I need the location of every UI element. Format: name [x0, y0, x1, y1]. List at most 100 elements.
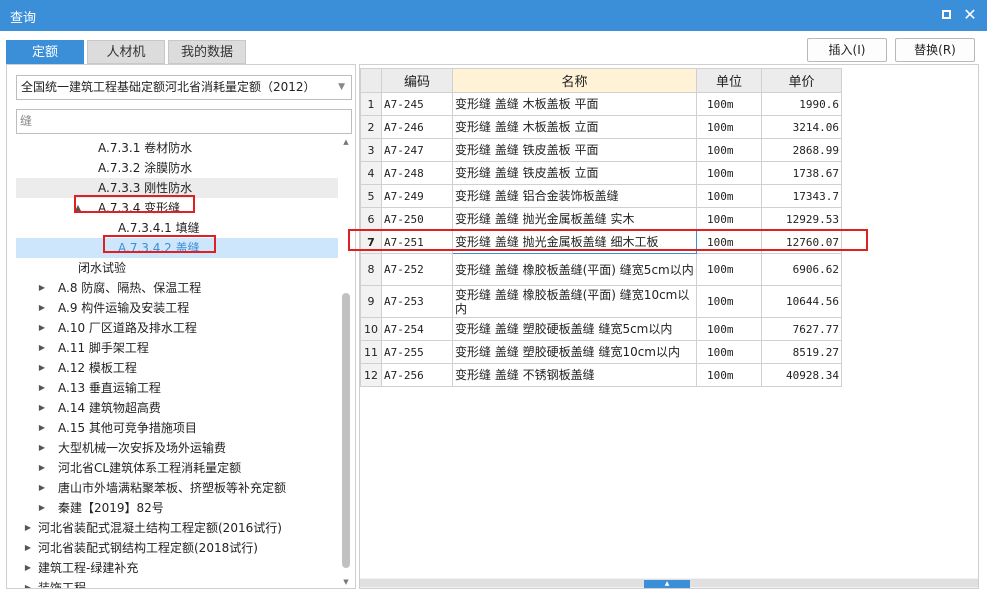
- tree-node[interactable]: A.7.3.2 涂膜防水: [16, 158, 338, 178]
- row-index: 1: [360, 92, 382, 116]
- tree-node-label: A.8 防腐、隔热、保温工程: [58, 281, 202, 295]
- tree-scrollbar[interactable]: ▲ ▼: [340, 138, 352, 588]
- cell-unit: 100m: [696, 115, 762, 139]
- tree-node[interactable]: ▶ 建筑工程-绿建补充: [16, 558, 338, 578]
- tree-node[interactable]: ▶ 河北省装配式钢结构工程定额(2018试行): [16, 538, 338, 558]
- cell-unit: 100m: [696, 207, 762, 231]
- table-row[interactable]: 6 A7-250 变形缝 盖缝 抛光金属板盖缝 实木 100m 12929.53: [360, 207, 842, 231]
- table-row[interactable]: 12 A7-256 变形缝 盖缝 不锈钢板盖缝 100m 40928.34: [360, 363, 842, 387]
- tree-scrollbar-thumb[interactable]: [342, 293, 350, 568]
- column-header-unit[interactable]: 单位: [696, 68, 762, 93]
- chevron-down-icon: ▼: [338, 82, 345, 92]
- library-select[interactable]: 全国统一建筑工程基础定额河北省消耗量定额（2012） ▼: [16, 75, 352, 100]
- cell-name: 变形缝 盖缝 木板盖板 立面: [452, 115, 697, 139]
- column-header-price[interactable]: 单价: [761, 68, 842, 93]
- close-button[interactable]: ✕: [961, 6, 979, 24]
- tree-node[interactable]: ▶ A.15 其他可竞争措施项目: [16, 418, 338, 438]
- cell-price: 40928.34: [761, 363, 842, 387]
- collapsed-arrow-icon[interactable]: ▶: [36, 358, 48, 378]
- search-input[interactable]: 缝: [16, 109, 352, 134]
- tree-node[interactable]: 闭水试验: [16, 258, 338, 278]
- tree-node[interactable]: A.7.3.4.2 盖缝: [16, 238, 338, 258]
- collapsed-arrow-icon[interactable]: ▶: [36, 398, 48, 418]
- collapsed-arrow-icon[interactable]: ▶: [22, 578, 34, 588]
- table-row[interactable]: 10 A7-254 变形缝 盖缝 塑胶硬板盖缝 缝宽5cm以内 100m 7627.77: [360, 317, 842, 341]
- collapsed-arrow-icon[interactable]: ▶: [22, 558, 34, 578]
- tree-node-label: 河北省装配式混凝土结构工程定额(2016试行): [38, 521, 282, 535]
- scroll-down-icon[interactable]: ▼: [340, 578, 352, 586]
- quota-table: 编码 名称 单位 单价 1 A7-245 变形缝 盖缝 木板盖板 平面 100m 199…: [360, 68, 842, 387]
- tree-node[interactable]: ▶ 装饰工程: [16, 578, 338, 589]
- tab-quota[interactable]: 定额: [6, 40, 84, 64]
- tree-node-label: A.7.3.3 刚性防水: [98, 181, 193, 195]
- collapsed-arrow-icon[interactable]: ▶: [36, 338, 48, 358]
- scroll-up-icon[interactable]: ▲: [340, 138, 352, 146]
- tree-node[interactable]: ▶ A.13 垂直运输工程: [16, 378, 338, 398]
- row-index: 4: [360, 161, 382, 185]
- table-row[interactable]: 1 A7-245 变形缝 盖缝 木板盖板 平面 100m 1990.6: [360, 92, 842, 116]
- tree-node[interactable]: ▶ 河北省装配式混凝土结构工程定额(2016试行): [16, 518, 338, 538]
- cell-code: A7-255: [381, 340, 453, 364]
- table-row[interactable]: 3 A7-247 变形缝 盖缝 铁皮盖板 平面 100m 2868.99: [360, 138, 842, 162]
- cell-price: 7627.77: [761, 317, 842, 341]
- collapsed-arrow-icon[interactable]: ▶: [36, 498, 48, 518]
- tree-node[interactable]: ▶ 秦建【2019】82号: [16, 498, 338, 518]
- tree-node-label: 装饰工程: [38, 581, 87, 589]
- collapsed-arrow-icon[interactable]: ▶: [36, 298, 48, 318]
- cell-code: A7-254: [381, 317, 453, 341]
- table-row[interactable]: 5 A7-249 变形缝 盖缝 铝合金装饰板盖缝 100m 17343.7: [360, 184, 842, 208]
- tree-node[interactable]: ▶ 唐山市外墙满粘聚苯板、挤塑板等补充定额: [16, 478, 338, 498]
- table-row[interactable]: 2 A7-246 变形缝 盖缝 木板盖板 立面 100m 3214.06: [360, 115, 842, 139]
- table-row[interactable]: 7 A7-251 变形缝 盖缝 抛光金属板盖缝 细木工板 100m 12760.07: [360, 230, 842, 254]
- collapsed-arrow-icon[interactable]: ▶: [36, 418, 48, 438]
- cell-price: 17343.7: [761, 184, 842, 208]
- cell-name: 变形缝 盖缝 抛光金属板盖缝 实木: [452, 207, 697, 231]
- tree-node[interactable]: ▶ A.11 脚手架工程: [16, 338, 338, 358]
- collapsed-arrow-icon[interactable]: ▶: [36, 458, 48, 478]
- splitter-handle[interactable]: ▲: [644, 580, 690, 588]
- cell-unit: 100m: [696, 161, 762, 185]
- table-row[interactable]: 8 A7-252 变形缝 盖缝 橡胶板盖缝(平面) 缝宽5cm以内 100m 6906.…: [360, 253, 842, 286]
- collapsed-arrow-icon[interactable]: ▶: [36, 378, 48, 398]
- replace-button[interactable]: 替换(R): [895, 38, 975, 62]
- collapsed-arrow-icon[interactable]: ▶: [22, 538, 34, 558]
- row-index: 6: [360, 207, 382, 231]
- cell-unit: 100m: [696, 363, 762, 387]
- insert-button[interactable]: 插入(I): [807, 38, 887, 62]
- cell-code: A7-253: [381, 285, 453, 318]
- tree-node[interactable]: ▲ A.7.3.4 变形缝: [16, 198, 338, 218]
- tab-labor-material-machine[interactable]: 人材机: [87, 40, 165, 64]
- collapsed-arrow-icon[interactable]: ▶: [36, 478, 48, 498]
- tree-node[interactable]: ▶ A.10 厂区道路及排水工程: [16, 318, 338, 338]
- tree-node[interactable]: A.7.3.4.1 填缝: [16, 218, 338, 238]
- tree-node-label: A.7.3.1 卷材防水: [98, 141, 193, 155]
- column-header-code[interactable]: 编码: [381, 68, 453, 93]
- table-row[interactable]: 11 A7-255 变形缝 盖缝 塑胶硬板盖缝 缝宽10cm以内 100m 8519.2…: [360, 340, 842, 364]
- collapsed-arrow-icon[interactable]: ▶: [22, 518, 34, 538]
- tree-node[interactable]: ▶ 大型机械一次安拆及场外运输费: [16, 438, 338, 458]
- cell-name: 变形缝 盖缝 橡胶板盖缝(平面) 缝宽10cm以内: [452, 285, 697, 318]
- cell-price: 3214.06: [761, 115, 842, 139]
- expanded-arrow-icon[interactable]: ▲: [72, 198, 84, 218]
- restore-button[interactable]: [937, 6, 955, 24]
- cell-name: 变形缝 盖缝 塑胶硬板盖缝 缝宽10cm以内: [452, 340, 697, 364]
- collapsed-arrow-icon[interactable]: ▶: [36, 438, 48, 458]
- table-row[interactable]: 9 A7-253 变形缝 盖缝 橡胶板盖缝(平面) 缝宽10cm以内 100m 1064…: [360, 285, 842, 318]
- quota-tree: A.7.3.1 卷材防水 A.7.3.2 涂膜防水 A.7.3.3 刚性防水 ▲ A.7…: [16, 138, 338, 589]
- column-header-name[interactable]: 名称: [452, 68, 697, 93]
- cell-name: 变形缝 盖缝 塑胶硬板盖缝 缝宽5cm以内: [452, 317, 697, 341]
- tree-node[interactable]: ▶ A.12 模板工程: [16, 358, 338, 378]
- tree-node[interactable]: ▶ A.9 构件运输及安装工程: [16, 298, 338, 318]
- collapsed-arrow-icon[interactable]: ▶: [36, 318, 48, 338]
- tree-node[interactable]: ▶ 河北省CL建筑体系工程消耗量定额: [16, 458, 338, 478]
- collapsed-arrow-icon[interactable]: ▶: [36, 278, 48, 298]
- tree-node[interactable]: ▶ A.14 建筑物超高费: [16, 398, 338, 418]
- tab-my-data[interactable]: 我的数据: [168, 40, 246, 64]
- tree-node[interactable]: A.7.3.1 卷材防水: [16, 138, 338, 158]
- tree-node[interactable]: A.7.3.3 刚性防水: [16, 178, 338, 198]
- tree-node-label: A.7.3.2 涂膜防水: [98, 161, 193, 175]
- tree-node[interactable]: ▶ A.8 防腐、隔热、保温工程: [16, 278, 338, 298]
- table-row[interactable]: 4 A7-248 变形缝 盖缝 铁皮盖板 立面 100m 1738.67: [360, 161, 842, 185]
- tree-node-label: 建筑工程-绿建补充: [38, 561, 139, 575]
- tree-node-label: A.7.3.4 变形缝: [98, 201, 181, 215]
